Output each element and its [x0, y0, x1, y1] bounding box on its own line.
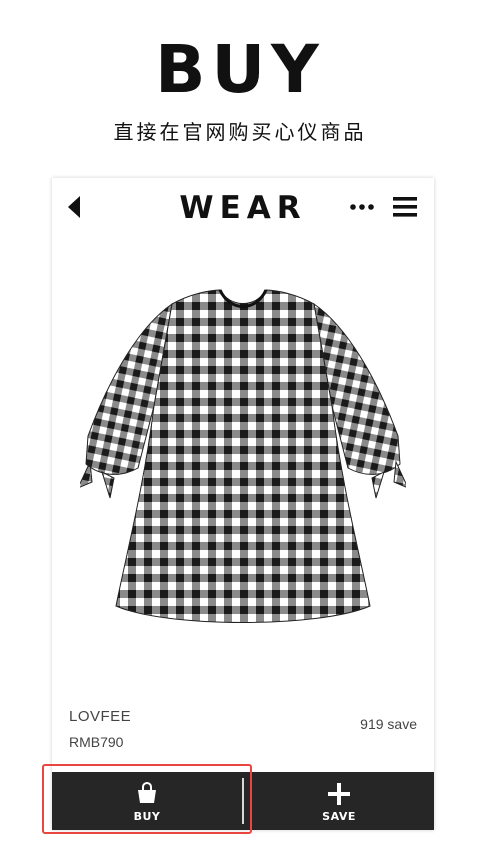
gingham-blouse-image [77, 289, 409, 623]
hero-title: BUY [155, 31, 325, 108]
phone-screen: WEAR LOVFEE RMB790 919 save BUY SAVE [52, 178, 434, 830]
product-brand[interactable]: LOVFEE [69, 708, 131, 725]
app-header: WEAR [52, 178, 434, 236]
menu-button[interactable] [392, 194, 418, 220]
plus-icon [328, 783, 350, 805]
product-image[interactable] [77, 286, 409, 642]
buy-highlight-box [42, 764, 252, 834]
save-button[interactable]: SAVE [244, 772, 434, 830]
back-button[interactable] [64, 194, 86, 220]
app-brand-title: WEAR [179, 190, 307, 226]
product-price: RMB790 [69, 734, 124, 750]
hero-subtitle: 直接在官网购买心仪商品 [113, 120, 367, 144]
save-label: SAVE [322, 810, 356, 823]
more-dots-icon [350, 204, 374, 210]
more-button[interactable] [348, 197, 378, 217]
hamburger-menu-icon [393, 197, 417, 217]
save-count: 919 save [360, 716, 417, 732]
back-arrow-icon [68, 196, 80, 218]
